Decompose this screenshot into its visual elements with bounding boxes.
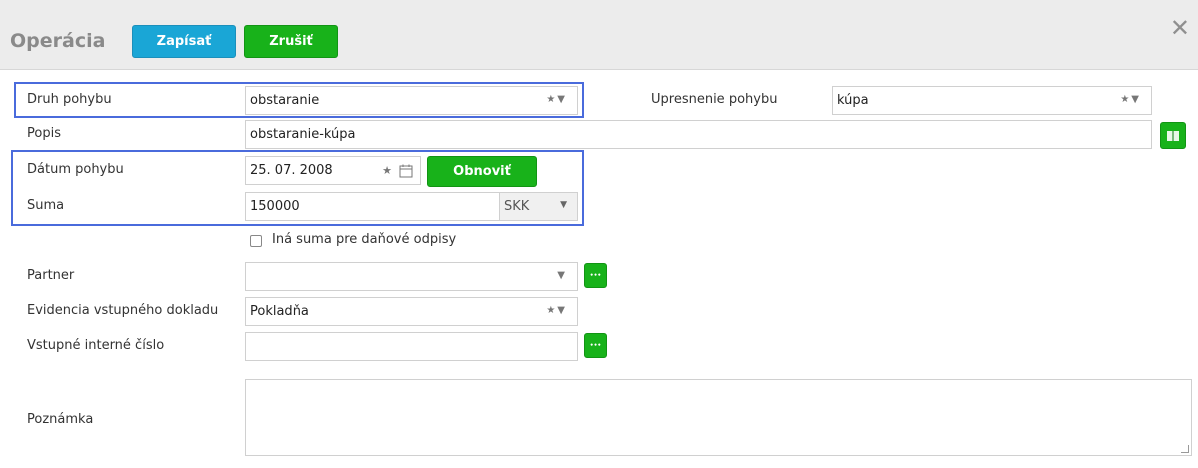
poznamka-label: Poznámka — [27, 412, 94, 427]
datum-pohybu-label: Dátum pohybu — [27, 162, 124, 177]
star-icon[interactable]: ★ — [382, 164, 392, 177]
datum-pohybu-value: 25. 07. 2008 — [250, 163, 333, 178]
partner-label: Partner — [27, 268, 75, 283]
evidencia-select[interactable]: Pokladňa ★▼ — [245, 297, 578, 326]
druh-pohybu-value: obstaranie — [250, 93, 320, 108]
druh-pohybu-label: Druh pohybu — [27, 92, 112, 107]
ina-suma-label: Iná suma pre daňové odpisy — [272, 232, 457, 247]
book-icon-button[interactable] — [1160, 122, 1186, 149]
upresnenie-pohybu-label: Upresnenie pohybu — [651, 92, 778, 107]
ellipsis-icon: ••• — [589, 272, 602, 279]
upresnenie-pohybu-select[interactable]: kúpa ★▼ — [832, 86, 1152, 115]
save-button[interactable]: Zapísať — [132, 25, 236, 58]
vstupne-cislo-more-button[interactable]: ••• — [584, 333, 607, 358]
evidencia-value: Pokladňa — [250, 304, 309, 319]
chevron-down-icon[interactable]: ▼ — [557, 270, 567, 281]
currency-select[interactable]: SKK ▼ — [500, 192, 578, 221]
popis-label: Popis — [27, 126, 61, 141]
resize-handle[interactable] — [1181, 445, 1189, 453]
star-dropdown-icon[interactable]: ★▼ — [546, 305, 567, 316]
dialog-title: Operácia — [10, 30, 106, 52]
currency-value: SKK — [504, 199, 530, 214]
suma-input[interactable]: 150000 — [245, 192, 500, 221]
vstupne-cislo-input[interactable] — [245, 332, 578, 361]
suma-label: Suma — [27, 198, 65, 213]
druh-pohybu-select[interactable]: obstaranie ★▼ — [245, 86, 578, 115]
ellipsis-icon: ••• — [589, 342, 602, 349]
star-dropdown-icon[interactable]: ★▼ — [1120, 94, 1141, 105]
calendar-icon[interactable] — [399, 164, 413, 178]
book-icon — [1167, 130, 1179, 141]
cancel-button[interactable]: Zrušiť — [244, 25, 338, 58]
ina-suma-checkbox[interactable] — [250, 235, 262, 247]
chevron-down-icon[interactable]: ▼ — [560, 200, 567, 210]
popis-input[interactable]: obstaranie-kúpa — [245, 120, 1152, 149]
upresnenie-pohybu-value: kúpa — [837, 93, 869, 108]
dialog-header: Operácia Zapísať Zrušiť ✕ — [0, 0, 1198, 70]
partner-more-button[interactable]: ••• — [584, 263, 607, 288]
partner-select[interactable]: ▼ — [245, 262, 578, 291]
evidencia-label: Evidencia vstupného dokladu — [27, 303, 219, 318]
close-icon[interactable]: ✕ — [1170, 16, 1190, 40]
suma-value: 150000 — [250, 199, 300, 214]
poznamka-textarea[interactable] — [245, 379, 1192, 456]
star-dropdown-icon[interactable]: ★▼ — [546, 94, 567, 105]
vstupne-cislo-label: Vstupné interné číslo — [27, 338, 165, 353]
refresh-button[interactable]: Obnoviť — [427, 156, 537, 187]
poznamka-value — [246, 380, 1191, 388]
datum-pohybu-input[interactable]: 25. 07. 2008 ★ — [245, 156, 421, 185]
popis-value: obstaranie-kúpa — [250, 127, 356, 142]
